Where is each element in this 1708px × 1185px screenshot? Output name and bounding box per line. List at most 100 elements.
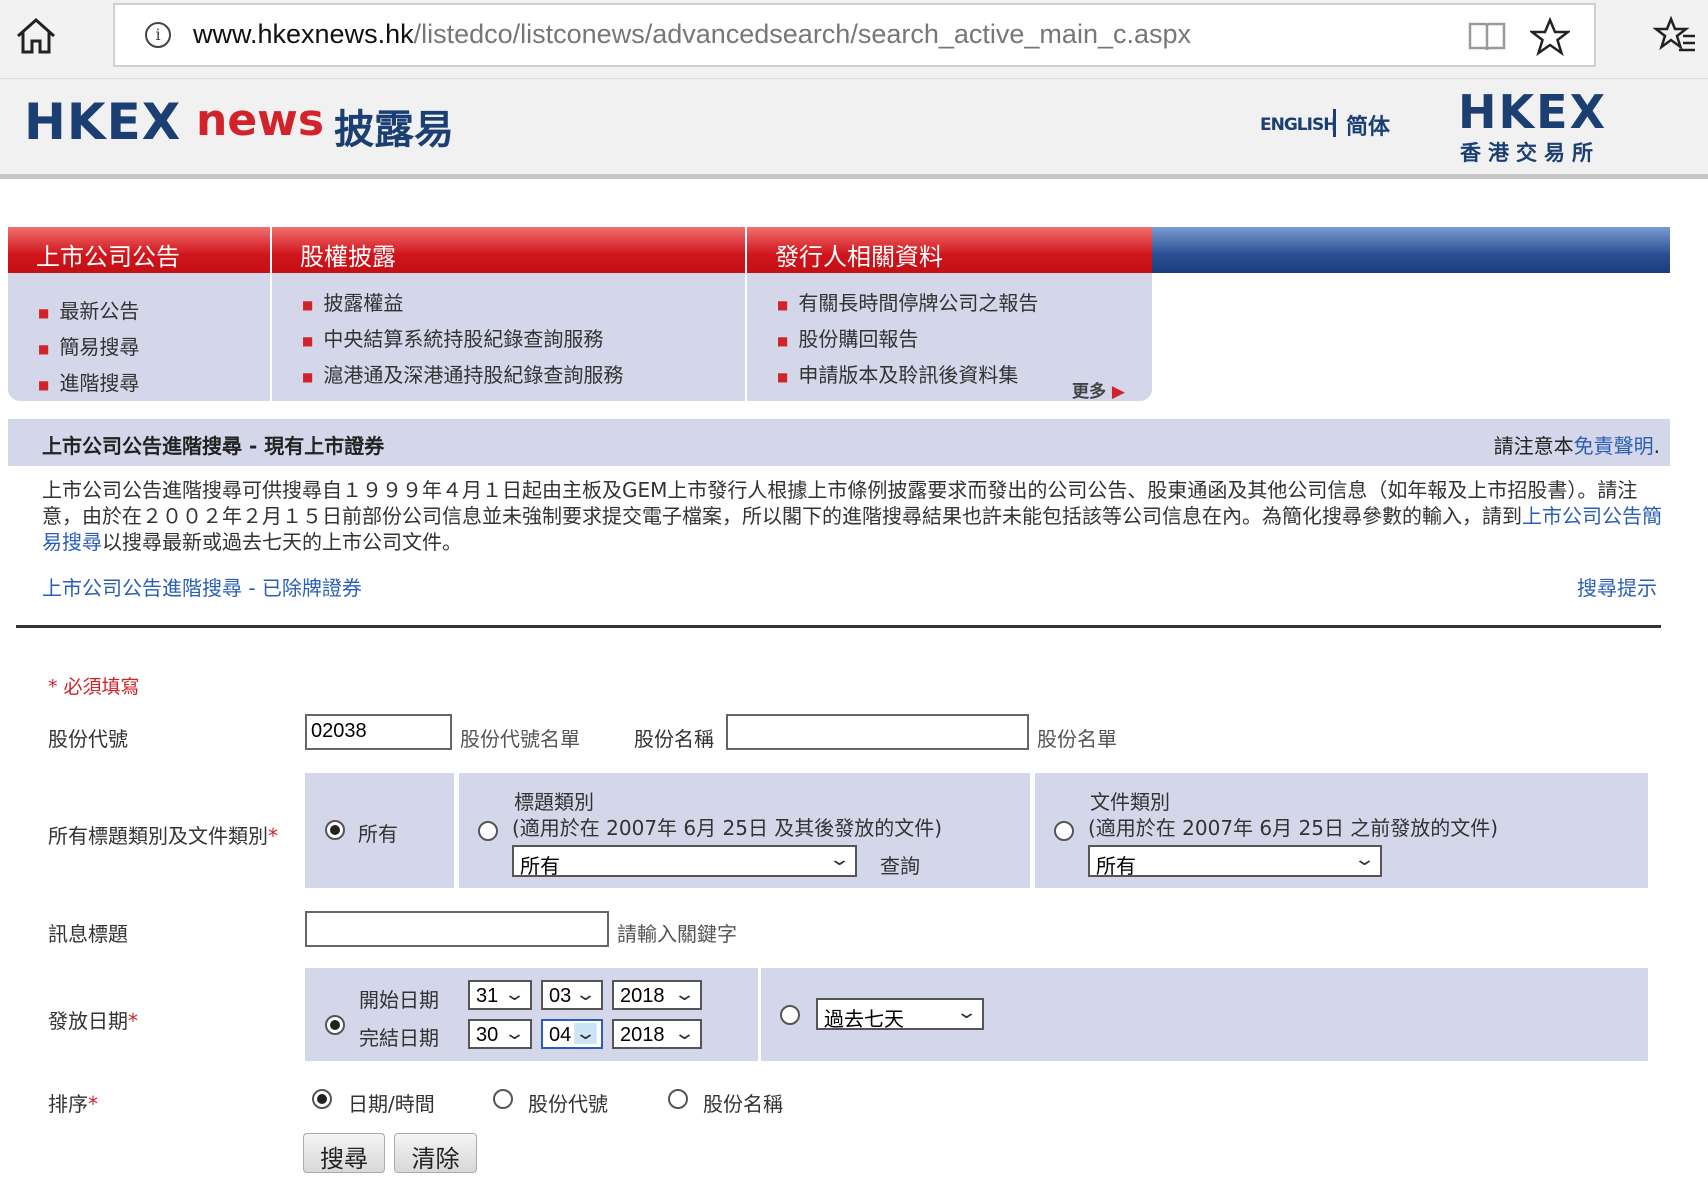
chevron-down-icon: ⌄: [1353, 849, 1376, 870]
start-date-label: 開始日期: [359, 988, 439, 1012]
more-link[interactable]: 更多 ▶: [1072, 377, 1125, 402]
news-title-hint: 請輸入關鍵字: [617, 922, 737, 946]
chevron-down-icon: ⌄: [503, 984, 526, 1005]
nav-panel-shareholding: ■ 披露權益 ■ 中央結算系統持股紀錄查詢服務 ■ 滬港通及深港通持股紀錄查詢服務: [270, 273, 745, 401]
nav-item-suspension-report[interactable]: ■ 有關長時間停牌公司之報告: [777, 287, 1152, 316]
date-range-radio[interactable]: [325, 1015, 345, 1035]
disclaimer-link[interactable]: 免責聲明: [1574, 434, 1654, 458]
stock-code-label: 股份代號: [48, 727, 128, 751]
sort-stock-code-label: 股份代號: [528, 1092, 608, 1116]
lang-english-link[interactable]: ENGLISH: [1260, 115, 1337, 135]
headline-category-panel: 標題類別 (適用於在 2007年 6月 25日 及其後發放的文件) 所有 ⌄ 查詢: [459, 773, 1030, 888]
stock-code-list-link[interactable]: 股份代號名單: [460, 723, 580, 752]
stock-name-label: 股份名稱: [634, 727, 714, 751]
date-range-panel: 開始日期 完結日期 31 ⌄ 03 ⌄ 2018 ⌄ 30 ⌄ 04 ⌄ 2018 ⌄: [305, 968, 758, 1061]
start-day-select[interactable]: 31 ⌄: [468, 980, 532, 1010]
page-title: 上市公司公告進階搜尋 - 現有上市證券: [42, 434, 385, 458]
nav-item-ccass[interactable]: ■ 中央結算系統持股紀錄查詢服務: [302, 323, 745, 352]
search-button[interactable]: 搜尋: [303, 1133, 385, 1173]
site-header: HKEX news 披露易 ENGLISH 简体 HKEX 香港交易所: [0, 79, 1708, 179]
nav-item-disclosure-interests[interactable]: ■ 披露權益: [302, 287, 745, 316]
address-bar[interactable]: i www.hkexnews.hk/listedco/listconews/ad…: [113, 3, 1596, 67]
nav-item-latest[interactable]: ■ 最新公告: [38, 295, 270, 324]
sort-datetime-label: 日期/時間: [348, 1092, 435, 1116]
start-month-select[interactable]: 03 ⌄: [541, 980, 603, 1010]
sort-stock-code-radio[interactable]: [493, 1089, 513, 1109]
headline-query-link[interactable]: 查詢: [880, 850, 920, 879]
category-all-radio[interactable]: [325, 820, 345, 840]
browser-toolbar: i www.hkexnews.hk/listedco/listconews/ad…: [0, 0, 1708, 79]
doc-category-title: 文件類別: [1090, 790, 1170, 814]
logo-news[interactable]: news: [196, 95, 324, 146]
past-seven-days-select[interactable]: 過去七天 ⌄: [816, 998, 984, 1031]
chevron-down-icon: ⌄: [955, 1002, 978, 1023]
tab-listed-announcements[interactable]: 上市公司公告: [8, 227, 270, 273]
doc-category-note: (適用於在 2007年 6月 25日 之前發放的文件): [1088, 816, 1499, 840]
clear-button[interactable]: 清除: [394, 1133, 477, 1173]
category-all-label: 所有: [358, 822, 398, 846]
end-year-select[interactable]: 2018 ⌄: [612, 1019, 702, 1049]
url-text[interactable]: www.hkexnews.hk/listedco/listconews/adva…: [193, 19, 1191, 50]
disclaimer-note: 請注意本免責聲明.: [1493, 434, 1660, 458]
url-domain: www.hkexnews.hk: [193, 19, 414, 49]
page-description: 上市公司公告進階搜尋可供搜尋自１９９９年４月１日起由主板及GEM上市發行人根據上…: [42, 478, 1662, 554]
required-note: * 必須填寫: [48, 676, 140, 698]
nav-item-advanced-search[interactable]: ■ 進階搜尋: [38, 367, 270, 396]
lang-simplified-link[interactable]: 简体: [1346, 109, 1390, 141]
chevron-down-icon: ⌄: [673, 984, 696, 1005]
doc-category-radio[interactable]: [1054, 821, 1074, 841]
info-icon[interactable]: i: [145, 22, 171, 48]
doc-category-panel: 文件類別 (適用於在 2007年 6月 25日 之前發放的文件) 所有 ⌄: [1035, 773, 1648, 888]
start-year-select[interactable]: 2018 ⌄: [612, 980, 702, 1010]
url-path: /listedco/listconews/advancedsearch/sear…: [413, 19, 1192, 49]
logo-chinese[interactable]: 披露易: [334, 97, 454, 155]
end-date-label: 完結日期: [359, 1026, 439, 1050]
arrow-right-icon: ▶: [1111, 382, 1125, 402]
tab-shareholding-disclosure[interactable]: 股權披露: [270, 227, 745, 273]
nav-panel-announcements: ■ 最新公告 ■ 簡易搜尋 ■ 進階搜尋: [8, 273, 270, 401]
favorite-star-icon[interactable]: [1530, 17, 1570, 57]
page-title-bar: 上市公司公告進階搜尋 - 現有上市證券 請注意本免責聲明.: [8, 419, 1670, 466]
past-seven-days-panel: 過去七天 ⌄: [761, 968, 1648, 1061]
headline-category-note: (適用於在 2007年 6月 25日 及其後發放的文件): [512, 816, 943, 840]
sort-stock-name-label: 股份名稱: [703, 1092, 783, 1116]
lang-divider: [1333, 109, 1336, 137]
delisted-search-link[interactable]: 上市公司公告進階搜尋 - 已除牌證券: [42, 572, 362, 601]
news-title-label: 訊息標題: [48, 922, 128, 946]
chevron-down-icon: ⌄: [673, 1023, 696, 1044]
headline-category-title: 標題類別: [514, 790, 594, 814]
divider: [16, 625, 1661, 628]
stock-name-list-link[interactable]: 股份名單: [1037, 723, 1117, 752]
doc-category-select[interactable]: 所有 ⌄: [1088, 845, 1382, 878]
search-tips-link[interactable]: 搜尋提示: [1577, 572, 1657, 601]
end-day-select[interactable]: 30 ⌄: [468, 1019, 532, 1049]
logo-hkex[interactable]: HKEX: [24, 93, 181, 151]
hkex-brand-logo[interactable]: HKEX: [1458, 85, 1607, 139]
nav-item-stock-connect[interactable]: ■ 滬港通及深港通持股紀錄查詢服務: [302, 359, 745, 388]
tab-issuer-info[interactable]: 發行人相關資料: [745, 227, 1152, 273]
category-label: 所有標題類別及文件類別*: [48, 824, 278, 848]
end-month-select[interactable]: 04 ⌄: [541, 1019, 603, 1049]
chevron-down-icon: ⌄: [574, 1023, 597, 1044]
headline-category-select[interactable]: 所有 ⌄: [512, 845, 857, 878]
sort-stock-name-radio[interactable]: [668, 1089, 688, 1109]
sort-label: 排序*: [48, 1092, 98, 1116]
sort-datetime-radio[interactable]: [312, 1089, 332, 1109]
category-all-panel: 所有: [305, 773, 454, 888]
favorites-hub-icon[interactable]: [1653, 14, 1697, 58]
news-title-input[interactable]: [305, 911, 609, 947]
headline-category-radio[interactable]: [478, 821, 498, 841]
nav-blue-bar: [1152, 227, 1670, 273]
stock-name-input[interactable]: [726, 714, 1029, 750]
reading-view-icon[interactable]: [1467, 16, 1507, 56]
home-icon[interactable]: [14, 14, 58, 58]
past-seven-days-radio[interactable]: [780, 1005, 800, 1025]
release-date-label: 發放日期*: [48, 1009, 138, 1033]
chevron-down-icon: ⌄: [503, 1023, 526, 1044]
chevron-down-icon: ⌄: [574, 984, 597, 1005]
stock-code-input[interactable]: 02038: [305, 714, 452, 750]
hkex-brand-chinese: 香港交易所: [1460, 141, 1600, 165]
nav-item-simple-search[interactable]: ■ 簡易搜尋: [38, 331, 270, 360]
nav-item-buyback-report[interactable]: ■ 股份購回報告: [777, 323, 1152, 352]
chevron-down-icon: ⌄: [828, 849, 851, 870]
